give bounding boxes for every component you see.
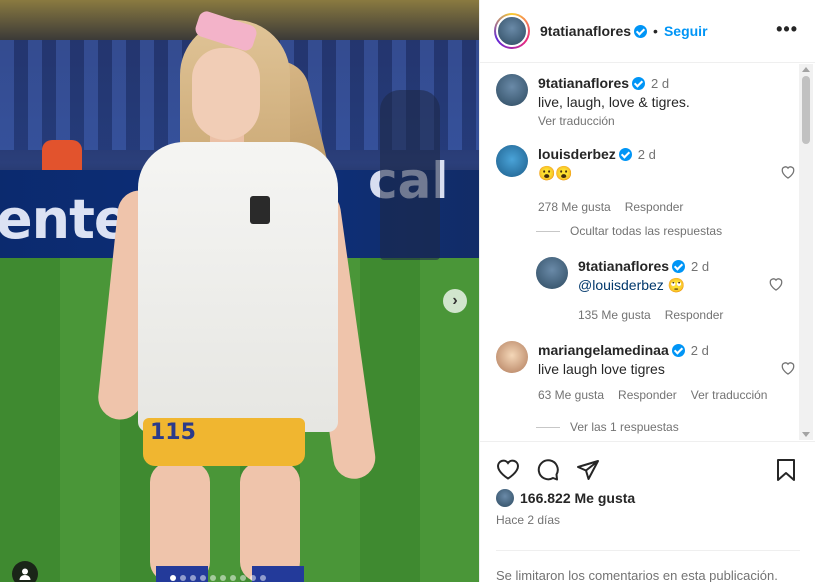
background-player [380,90,440,260]
divider [496,550,800,551]
bookmark-icon[interactable] [776,458,796,482]
heart-icon[interactable] [496,458,520,480]
author-username[interactable]: 9tatianaflores [540,23,631,39]
avatar[interactable] [496,341,528,373]
post-actions: 166.822 Me gusta Hace 2 días Se limitaro… [480,441,815,582]
player-legs [150,462,300,582]
separator-dot: • [653,23,658,39]
comments-closed-notice: Se limitaron los comentarios en esta pub… [496,568,778,582]
carousel-dots [170,575,266,581]
post-photo[interactable]: ente. cal 115 › [0,0,479,582]
share-icon[interactable] [576,458,600,482]
hide-replies-button[interactable]: Ocultar todas las respuestas [536,224,815,238]
player-shirt [138,142,338,432]
comment-reply-button[interactable]: Responder [625,198,684,216]
caption-time: 2 d [651,76,670,91]
comment: mariangelamedinaa 2 d live laugh love tig… [496,341,796,404]
user-tag-icon [19,568,31,580]
comment-text: 😮😮 [538,165,573,181]
more-icon[interactable]: ••• [776,19,798,40]
caption-text: live, laugh, love & tigres. [538,94,690,110]
comments-scrollbar[interactable] [799,64,813,440]
avatar[interactable] [536,257,568,289]
comment-translate-link[interactable]: Ver traducción [691,386,768,404]
comment-text: live laugh love tigres [538,361,665,377]
comment-likes[interactable]: 278 Me gusta [538,198,611,216]
likes-count[interactable]: 166.822 Me gusta [496,489,635,507]
follow-button[interactable]: Seguir [664,23,708,39]
post-side-panel: 9tatianaflores • Seguir ••• 9tatianaflor… [479,0,815,582]
reply-emoji: 🙄 [667,277,686,293]
author-avatar[interactable] [494,13,530,49]
comment-username[interactable]: mariangelamedinaa [538,342,669,358]
view-replies-label: Ver las 1 respuestas [570,420,679,434]
post-time: Hace 2 días [496,513,561,527]
reply-username[interactable]: 9tatianaflores [578,258,669,274]
verified-icon [672,260,686,273]
player-face [192,48,260,140]
user-tag-button[interactable] [12,561,38,582]
verified-icon [618,148,632,161]
reply-time: 2 d [691,259,710,274]
view-replies-button[interactable]: Ver las 1 respuestas [536,420,815,434]
comment: louisderbez 2 d 😮😮 278 Me gusta Responder [496,145,796,216]
caption-translate-link[interactable]: Ver traducción [538,112,778,130]
next-photo-button[interactable]: › [443,289,467,313]
likes-count-label: 166.822 Me gusta [520,490,636,506]
reply-reply-button[interactable]: Responder [665,306,724,324]
caption-username[interactable]: 9tatianaflores [538,75,629,91]
reply: 9tatianaflores 2 d @louisderbez 🙄 135 Me … [536,257,784,324]
comment-time: 2 d [690,343,709,358]
verified-icon [632,77,646,90]
comment-likes[interactable]: 63 Me gusta [538,386,604,404]
avatar[interactable] [496,74,528,106]
caption: 9tatianaflores 2 d live, laugh, love & ti… [496,74,796,130]
verified-icon [671,344,685,357]
comment-time: 2 d [637,147,656,162]
comment-username[interactable]: louisderbez [538,146,616,162]
reply-likes[interactable]: 135 Me gusta [578,306,651,324]
chevron-right-icon: › [452,292,458,309]
heart-icon[interactable] [768,277,784,291]
shorts-number: 115 [150,420,196,445]
heart-icon[interactable] [780,165,796,179]
club-crest [250,196,270,224]
comment-reply-button[interactable]: Responder [618,386,677,404]
heart-icon[interactable] [780,361,796,375]
verified-icon [634,24,648,38]
reply-mention[interactable]: @louisderbez [578,277,664,293]
comments-list[interactable]: 9tatianaflores 2 d live, laugh, love & ti… [480,64,815,440]
comment-icon[interactable] [536,458,560,482]
avatar[interactable] [496,145,528,177]
hide-replies-label: Ocultar todas las respuestas [570,224,723,238]
post-header: 9tatianaflores • Seguir ••• [480,0,815,63]
liker-avatar [496,489,514,507]
